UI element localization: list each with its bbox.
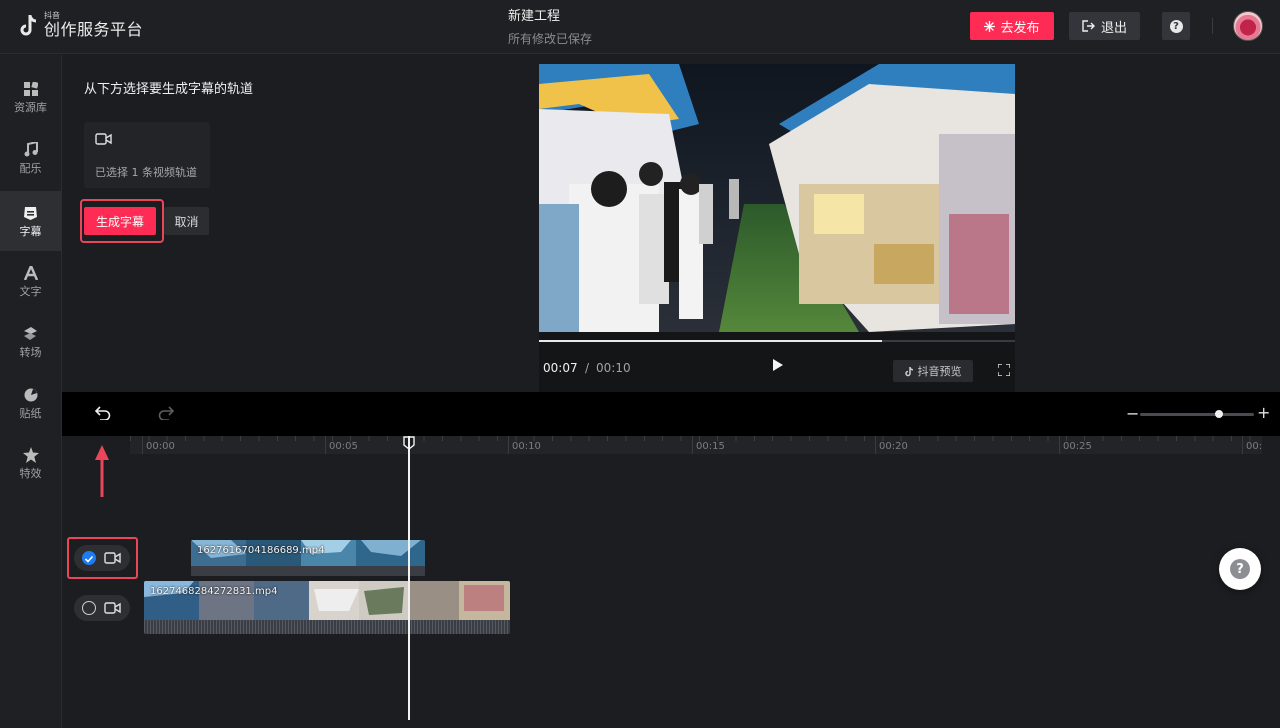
clip-name: 1627616704186689.mp4 [197,545,325,556]
sidebar-item-label: 资源库 [14,100,47,114]
tick-label: 00:05 [329,441,358,452]
zoom-out-button[interactable]: − [1126,404,1139,423]
sidebar: 资源库 配乐 字幕 文字 转场 贴纸 特效 [0,55,62,728]
subtitle-icon [23,205,39,221]
tick-label: 00:15 [696,441,725,452]
video-camera-icon [95,133,112,145]
avatar[interactable] [1233,11,1263,41]
video-camera-icon [104,602,121,614]
tick-label: 00:25 [1063,441,1092,452]
fullscreen-icon[interactable] [998,364,1010,376]
header: 抖音 创作服务平台 新建工程 所有修改已保存 去发布 退出 ? [0,0,1280,54]
play-icon[interactable] [772,358,784,372]
tick-label: 00:00 [146,441,175,452]
progress-bar[interactable] [539,340,1015,342]
douyin-logo-icon [20,15,37,36]
zoom-in-button[interactable]: + [1257,403,1270,422]
sidebar-item-transition[interactable]: 转场 [0,312,61,372]
sidebar-item-library[interactable]: 资源库 [0,67,61,127]
sidebar-item-sticker[interactable]: 贴纸 [0,373,61,433]
project-info: 新建工程 所有修改已保存 [508,8,688,48]
current-time: 00:07 [543,361,578,375]
ruler-major-tick [1059,436,1060,454]
panel-title: 从下方选择要生成字幕的轨道 [84,82,254,97]
sidebar-item-subtitle[interactable]: 字幕 [0,191,61,251]
douyin-icon [904,366,913,376]
ruler-major-tick [325,436,326,454]
help-icon: ? [1169,19,1183,33]
sidebar-item-label: 文字 [19,284,42,298]
douyin-preview-button[interactable]: 抖音预览 [893,360,973,382]
selected-track-card: 已选择 1 条视频轨道 [84,122,210,188]
time-separator: / [585,361,590,375]
floating-help-button[interactable]: ? [1219,548,1261,590]
sidebar-item-music[interactable]: 配乐 [0,128,61,188]
sparkle-icon [984,20,996,32]
sidebar-item-label: 贴纸 [19,406,42,420]
generate-subtitle-button[interactable]: 生成字幕 [84,207,156,235]
undo-icon[interactable] [95,406,111,420]
zoom-slider-handle[interactable] [1215,410,1223,418]
transition-icon [23,326,39,342]
annotation-arrow-icon [95,445,109,497]
help-button[interactable]: ? [1162,12,1190,40]
sidebar-item-text[interactable]: 文字 [0,251,61,311]
tick-label: 00:10 [512,441,541,452]
video-clip-1[interactable]: 1627616704186689.mp4 [191,540,425,576]
help-icon: ? [1230,559,1250,579]
clip-name: 1627468284272831.mp4 [150,586,278,597]
ruler-major-tick [875,436,876,454]
ruler-major-tick [142,436,143,454]
selected-track-count: 已选择 1 条视频轨道 [95,166,197,179]
star-icon [22,446,39,463]
grid-icon [23,81,39,97]
ruler-major-tick [508,436,509,454]
redo-icon[interactable] [158,406,174,420]
zoom-slider[interactable] [1140,413,1254,416]
timeline: 00:00 00:05 00:10 00:15 00:20 00:25 00: [62,436,1280,728]
sidebar-item-effects[interactable]: 特效 [0,433,61,493]
track-2-control[interactable] [74,595,130,621]
exit-button[interactable]: 退出 [1069,12,1140,40]
playhead[interactable] [408,436,410,720]
ruler-major-tick [1242,436,1243,454]
video-camera-icon [104,552,121,564]
total-time: 00:10 [596,361,631,375]
time-ruler[interactable]: 00:00 00:05 00:10 00:15 00:20 00:25 00: [130,436,1262,454]
text-icon [23,265,39,281]
sidebar-item-label: 字幕 [19,224,42,238]
progress-fill [539,340,882,342]
track-1-checkbox[interactable] [82,551,96,565]
sidebar-item-label: 配乐 [19,161,42,175]
douyin-preview-label: 抖音预览 [917,365,962,378]
sticker-icon [23,387,39,403]
ruler-major-tick [692,436,693,454]
logout-icon [1082,20,1095,32]
logo[interactable]: 抖音 创作服务平台 [18,11,143,39]
cancel-button[interactable]: 取消 [164,207,209,235]
sidebar-item-label: 转场 [19,345,42,359]
audio-waveform [144,620,510,634]
music-icon [23,142,39,158]
project-title: 新建工程 [508,9,561,24]
sidebar-item-label: 特效 [19,466,42,480]
timeline-toolbar: − + [62,392,1280,436]
track-1-control[interactable] [74,545,130,571]
night-market-scene [539,64,1015,332]
video-frame[interactable] [539,64,1015,332]
tick-label: 00:20 [879,441,908,452]
video-clip-2[interactable]: 1627468284272831.mp4 [144,581,510,634]
video-preview: 00:07 / 00:10 抖音预览 [539,64,1015,392]
logo-main-text: 创作服务平台 [44,20,144,39]
save-status: 所有修改已保存 [508,32,593,46]
track-2-checkbox[interactable] [82,601,96,615]
publish-label: 去发布 [1000,20,1040,36]
exit-label: 退出 [1100,20,1127,36]
tick-label: 00: [1246,441,1263,452]
header-divider [1212,18,1213,34]
publish-button[interactable]: 去发布 [970,12,1054,40]
